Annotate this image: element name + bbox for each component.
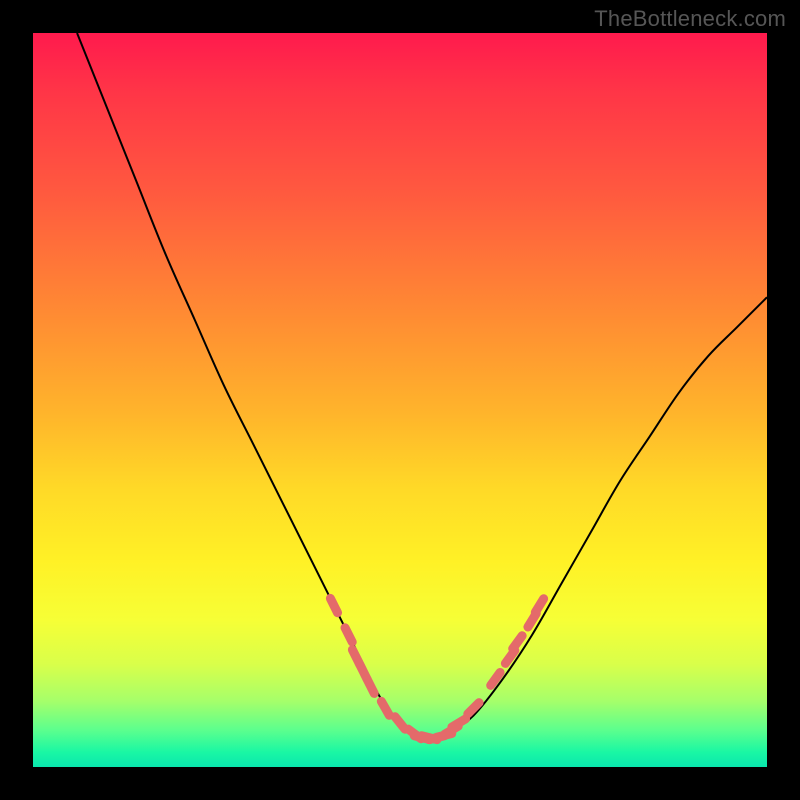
bottleneck-curve <box>77 33 767 739</box>
highlight-dot <box>381 701 389 715</box>
highlight-dots <box>330 598 543 739</box>
highlight-dot <box>452 719 466 727</box>
highlight-dot <box>345 628 352 642</box>
highlight-dot <box>367 679 374 693</box>
curve-svg <box>33 33 767 767</box>
highlight-dot <box>535 599 543 613</box>
highlight-dot <box>513 636 522 649</box>
highlight-dot <box>330 598 337 612</box>
highlight-dot <box>395 717 405 729</box>
bottleneck-curve-path <box>77 33 767 739</box>
plot-area <box>33 33 767 767</box>
chart-frame: TheBottleneck.com <box>0 0 800 800</box>
watermark-text: TheBottleneck.com <box>594 6 786 32</box>
